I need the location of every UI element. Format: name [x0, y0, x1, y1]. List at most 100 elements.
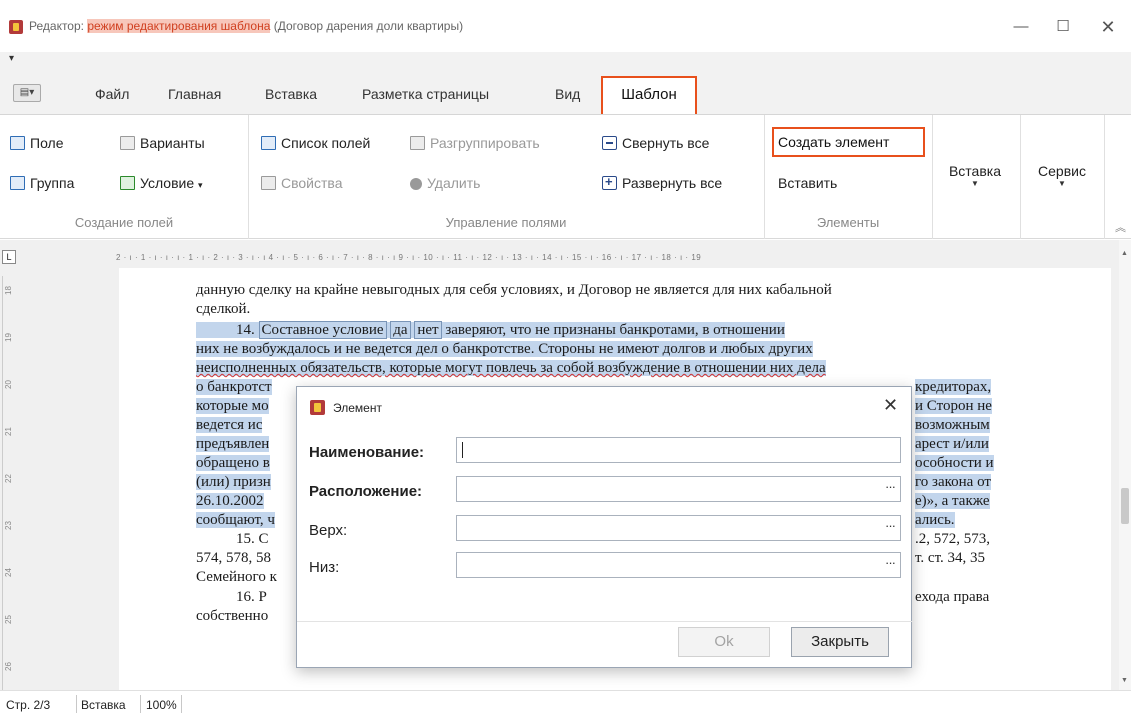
title-mode-highlight: режим редактирования шаблона	[87, 19, 271, 33]
delete-icon	[410, 178, 422, 190]
condition-no-field[interactable]: нет	[414, 321, 442, 339]
collapse-ribbon-icon[interactable]: ︽	[1115, 219, 1126, 235]
tab-file[interactable]: Файл	[95, 86, 129, 102]
doc-line-right: ались.	[915, 512, 955, 528]
tab-template[interactable]: Шаблон	[601, 76, 697, 114]
name-label: Наименование:	[309, 444, 425, 461]
collapse-icon	[602, 136, 617, 150]
scroll-down-icon[interactable]: ▼	[1121, 677, 1128, 684]
group-icon	[10, 176, 25, 190]
doc-line: данную сделку на крайне невыгодных для с…	[196, 282, 832, 298]
page-indicator: Стр. 2/3	[6, 698, 51, 712]
horizontal-ruler[interactable]: 2 · ı · 1 · ı · ı · ı · 1 · ı · 2 · ı · …	[116, 253, 1024, 265]
doc-line: неисполненных обязательств, которые могу…	[196, 360, 826, 376]
insert-mode-indicator[interactable]: Вставка	[81, 698, 126, 712]
scroll-up-icon[interactable]: ▲	[1121, 250, 1128, 257]
scrollbar-thumb[interactable]	[1121, 488, 1129, 524]
create-element-button[interactable]: Создать элемент	[772, 127, 925, 157]
condition-button[interactable]: Условие ▾	[120, 175, 203, 191]
tab-view[interactable]: Вид	[555, 86, 580, 102]
vruler-label: 23	[3, 521, 13, 530]
title-bar: Редактор: режим редактирования шаблона (…	[0, 0, 1131, 52]
doc-line: 14. Составное условие да нет заверяют, ч…	[196, 321, 1020, 340]
field-button[interactable]: Поле	[10, 135, 64, 151]
vruler-label: 26	[3, 662, 13, 671]
ribbon-divider	[1020, 115, 1021, 239]
status-divider	[140, 695, 141, 713]
doc-line-right: особности и	[915, 455, 994, 471]
field-list-icon	[261, 136, 276, 150]
dialog-title: Элемент	[333, 401, 382, 415]
expand-all-button[interactable]: Развернуть все	[602, 174, 722, 191]
top-input[interactable]: ···	[456, 515, 901, 541]
doc-line: них не возбуждалось и не ведется дел о б…	[196, 341, 813, 357]
condition-icon	[120, 176, 135, 190]
vruler-label: 19	[3, 333, 13, 342]
quick-access-toolbar: ▾	[0, 52, 1131, 72]
doc-line-right: .2, 572, 573,	[915, 531, 990, 547]
status-divider	[181, 695, 182, 713]
dialog-close-icon[interactable]: ✕	[883, 395, 898, 416]
close-dialog-button[interactable]: Закрыть	[791, 627, 889, 657]
doc-line-right: кредиторах,	[915, 379, 992, 395]
vruler-label: 21	[3, 427, 13, 436]
doc-line-right: и Сторон не	[915, 398, 992, 414]
variants-button[interactable]: Варианты	[120, 135, 205, 151]
top-browse-button[interactable]: ···	[885, 518, 896, 533]
doc-line-right: возможным	[915, 417, 990, 433]
status-divider	[76, 695, 77, 713]
top-label: Верх:	[309, 522, 348, 539]
minimize-button[interactable]: —	[1007, 14, 1035, 40]
bottom-input[interactable]: ···	[456, 552, 901, 578]
properties-icon	[261, 176, 276, 190]
selected-text: 14. Составное условие да нет заверяют, ч…	[196, 321, 785, 339]
ungroup-button[interactable]: Разгруппировать	[410, 135, 540, 151]
zoom-level[interactable]: 100%	[146, 698, 177, 712]
chevron-down-icon: ▼	[971, 179, 979, 188]
dialog-separator	[297, 621, 913, 622]
vertical-ruler: 18 19 20 21 22 23 24 25 26	[2, 276, 16, 690]
maximize-button[interactable]: ☐	[1049, 14, 1077, 40]
doc-line-right: е)», а также	[915, 493, 990, 509]
text-cursor	[462, 442, 463, 458]
tab-stop-selector[interactable]: L	[2, 250, 16, 264]
field-icon	[10, 136, 25, 150]
bottom-browse-button[interactable]: ···	[885, 555, 896, 570]
compound-condition-field[interactable]: Составное условие	[258, 321, 387, 339]
ribbon-divider	[1104, 115, 1105, 239]
tab-home[interactable]: Главная	[168, 86, 221, 102]
vertical-scrollbar[interactable]	[1119, 240, 1131, 690]
group-button[interactable]: Группа	[10, 175, 74, 191]
app-logo-icon	[9, 20, 23, 34]
vruler-label: 22	[3, 474, 13, 483]
group-label-create-fields: Создание полей	[74, 215, 174, 230]
condition-dropdown-icon: ▾	[198, 180, 203, 190]
location-label: Расположение:	[309, 483, 423, 500]
status-bar: Стр. 2/3 Вставка 100%	[0, 690, 1131, 718]
doc-line-right: арест и/или	[915, 436, 989, 452]
insert-big-button[interactable]: Вставка ▼	[932, 163, 1018, 189]
field-list-button[interactable]: Список полей	[261, 135, 370, 151]
variants-icon	[120, 136, 135, 150]
window-title: Редактор: режим редактирования шаблона (…	[29, 19, 464, 33]
app-logo-icon	[310, 400, 325, 415]
location-browse-button[interactable]: ···	[885, 479, 896, 494]
paste-button[interactable]: Вставить	[778, 175, 837, 191]
quick-access-dropdown-icon[interactable]: ▾	[9, 53, 14, 64]
condition-yes-field[interactable]: да	[390, 321, 411, 339]
location-input[interactable]: ···	[456, 476, 901, 502]
close-window-button[interactable]: ✕	[1094, 14, 1122, 40]
application-menu-button[interactable]: ▤▾	[13, 84, 41, 102]
tab-page-layout[interactable]: Разметка страницы	[362, 86, 489, 102]
delete-button[interactable]: Удалить	[410, 175, 480, 191]
doc-line-right: го закона от	[915, 474, 991, 490]
service-button[interactable]: Сервис ▼	[1022, 163, 1102, 189]
name-input[interactable]	[456, 437, 901, 463]
properties-button[interactable]: Свойства	[261, 175, 342, 191]
ok-button[interactable]: Ok	[678, 627, 770, 657]
tab-insert[interactable]: Вставка	[265, 86, 317, 102]
ribbon-tabs: ▤▾ Файл Главная Вставка Разметка страниц…	[0, 72, 1131, 115]
vruler-label: 18	[3, 286, 13, 295]
vruler-label: 24	[3, 568, 13, 577]
collapse-all-button[interactable]: Свернуть все	[602, 135, 709, 151]
